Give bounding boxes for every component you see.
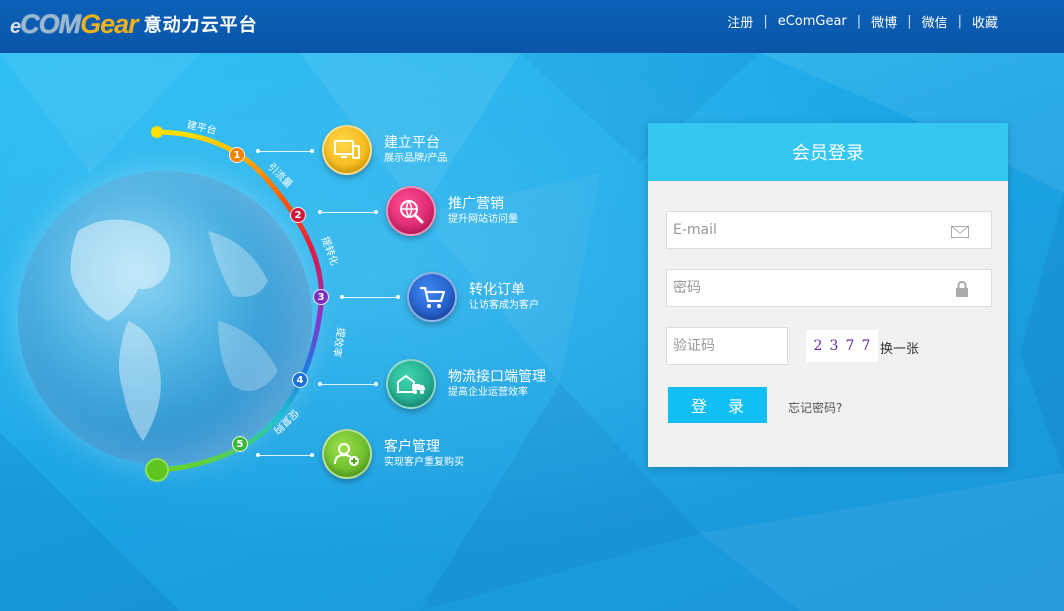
connector-line: [318, 210, 378, 214]
step-title: 建立平台: [384, 135, 440, 151]
step-title: 物流接口端管理: [448, 369, 546, 385]
email-field[interactable]: [666, 211, 992, 249]
step-subtitle: 提高企业运营效率: [448, 387, 528, 398]
step-subtitle: 展示品牌/产品: [384, 153, 448, 164]
password-input[interactable]: [667, 270, 991, 306]
logo-wordmark: eCOMGear: [10, 8, 139, 39]
captcha-field[interactable]: [666, 327, 788, 365]
step-conversion: 转化订单 让访客成为客户: [407, 272, 539, 322]
arc-step-1-marker: 1: [229, 147, 245, 163]
step-subtitle: 实现客户重复购买: [384, 457, 464, 468]
arc-step-3-marker: 3: [313, 289, 329, 305]
password-field[interactable]: [666, 269, 992, 307]
login-button[interactable]: 登 录: [668, 387, 767, 423]
step-subtitle: 让访客成为客户: [469, 300, 539, 311]
lock-icon: [955, 280, 969, 301]
login-title: 会员登录: [648, 123, 1008, 181]
shopping-cart-icon: [407, 272, 457, 322]
top-nav: 注册 | eComGear | 微博 | 微信 | 收藏: [727, 12, 998, 31]
captcha-char: 3: [829, 338, 839, 354]
captcha-input[interactable]: [667, 328, 787, 364]
connector-line: [256, 453, 314, 457]
user-add-icon: [322, 429, 372, 479]
captcha-image[interactable]: 2 3 7 7: [806, 330, 878, 362]
brand-logo[interactable]: eCOMGear 意动力云平台: [10, 6, 258, 42]
envelope-icon: [951, 223, 969, 242]
nav-wechat-link[interactable]: 微信: [922, 12, 948, 31]
forgot-password-link[interactable]: 忘记密码?: [788, 399, 842, 416]
connector-line: [340, 295, 400, 299]
logo-chinese-name: 意动力云平台: [143, 15, 258, 36]
email-input[interactable]: [667, 212, 991, 248]
login-panel: 会员登录 2 3 7 7 换一张 登 录 忘记密码?: [648, 123, 1008, 467]
captcha-char: 7: [861, 338, 871, 354]
connector-line: [318, 382, 378, 386]
step-title: 推广营销: [448, 196, 504, 212]
arc-step-2-marker: 2: [290, 207, 306, 223]
step-promotion: 推广营销 提升网站访问量: [386, 186, 518, 236]
truck-warehouse-icon: [386, 359, 436, 409]
nav-favorite-link[interactable]: 收藏: [972, 12, 998, 31]
nav-weibo-link[interactable]: 微博: [871, 12, 897, 31]
step-build-platform: 建立平台 展示品牌/产品: [322, 125, 447, 175]
captcha-refresh-link[interactable]: 换一张: [880, 338, 919, 357]
step-subtitle: 提升网站访问量: [448, 214, 518, 225]
nav-ecomgear-link[interactable]: eComGear: [778, 14, 847, 29]
step-title: 客户管理: [384, 439, 440, 455]
nav-register-link[interactable]: 注册: [727, 12, 753, 31]
connector-line: [256, 149, 314, 153]
step-customer-management: 客户管理 实现客户重复购买: [322, 429, 464, 479]
monitor-devices-icon: [322, 125, 372, 175]
captcha-char: 7: [845, 338, 855, 354]
step-logistics: 物流接口端管理 提高企业运营效率: [386, 359, 546, 409]
globe-search-icon: [386, 186, 436, 236]
arc-step-5-marker: 5: [232, 436, 248, 452]
captcha-char: 2: [813, 338, 823, 354]
top-header: eCOMGear 意动力云平台 注册 | eComGear | 微博 | 微信 …: [0, 0, 1064, 53]
arc-step-4-marker: 4: [292, 372, 308, 388]
step-title: 转化订单: [469, 282, 525, 298]
